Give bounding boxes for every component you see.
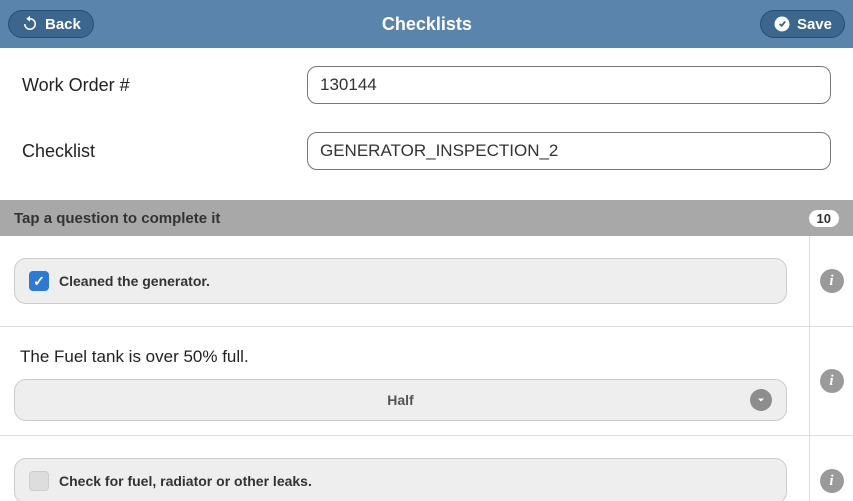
form-area: Work Order # Checklist xyxy=(0,48,853,200)
back-label: Back xyxy=(45,16,81,33)
page-title: Checklists xyxy=(382,14,472,35)
checklist-row: Checklist xyxy=(22,132,831,170)
back-icon xyxy=(21,15,39,33)
save-button[interactable]: Save xyxy=(760,10,845,38)
checklist-input[interactable] xyxy=(307,132,831,170)
chevron-down-icon xyxy=(750,389,772,411)
work-order-label: Work Order # xyxy=(22,75,307,96)
question-count-badge: 10 xyxy=(809,210,839,227)
question-label: Cleaned the generator. xyxy=(59,273,210,289)
check-circle-icon xyxy=(773,15,791,33)
save-label: Save xyxy=(797,16,832,33)
question-list: Cleaned the generator. i The Fuel tank i… xyxy=(0,236,853,501)
question-row: Cleaned the generator. i xyxy=(0,236,853,327)
question-checkbox-item[interactable]: Check for fuel, radiator or other leaks. xyxy=(14,458,787,501)
question-checkbox-item[interactable]: Cleaned the generator. xyxy=(14,258,787,304)
question-row: Check for fuel, radiator or other leaks.… xyxy=(0,436,853,501)
back-button[interactable]: Back xyxy=(8,10,94,38)
checkbox-unchecked-icon xyxy=(29,471,49,491)
question-prompt: The Fuel tank is over 50% full. xyxy=(20,347,787,367)
checkbox-checked-icon xyxy=(29,271,49,291)
section-bar: Tap a question to complete it 10 xyxy=(0,200,853,236)
section-instruction: Tap a question to complete it xyxy=(14,210,220,227)
header: Back Checklists Save xyxy=(0,0,853,48)
checklist-label: Checklist xyxy=(22,141,307,162)
info-icon[interactable]: i xyxy=(820,369,844,393)
select-value: Half xyxy=(387,392,413,408)
work-order-row: Work Order # xyxy=(22,66,831,104)
work-order-input[interactable] xyxy=(307,66,831,104)
question-label: Check for fuel, radiator or other leaks. xyxy=(59,473,312,489)
info-icon[interactable]: i xyxy=(820,269,844,293)
info-icon[interactable]: i xyxy=(820,469,844,493)
question-row: The Fuel tank is over 50% full. Half i xyxy=(0,327,853,436)
question-select[interactable]: Half xyxy=(14,379,787,421)
